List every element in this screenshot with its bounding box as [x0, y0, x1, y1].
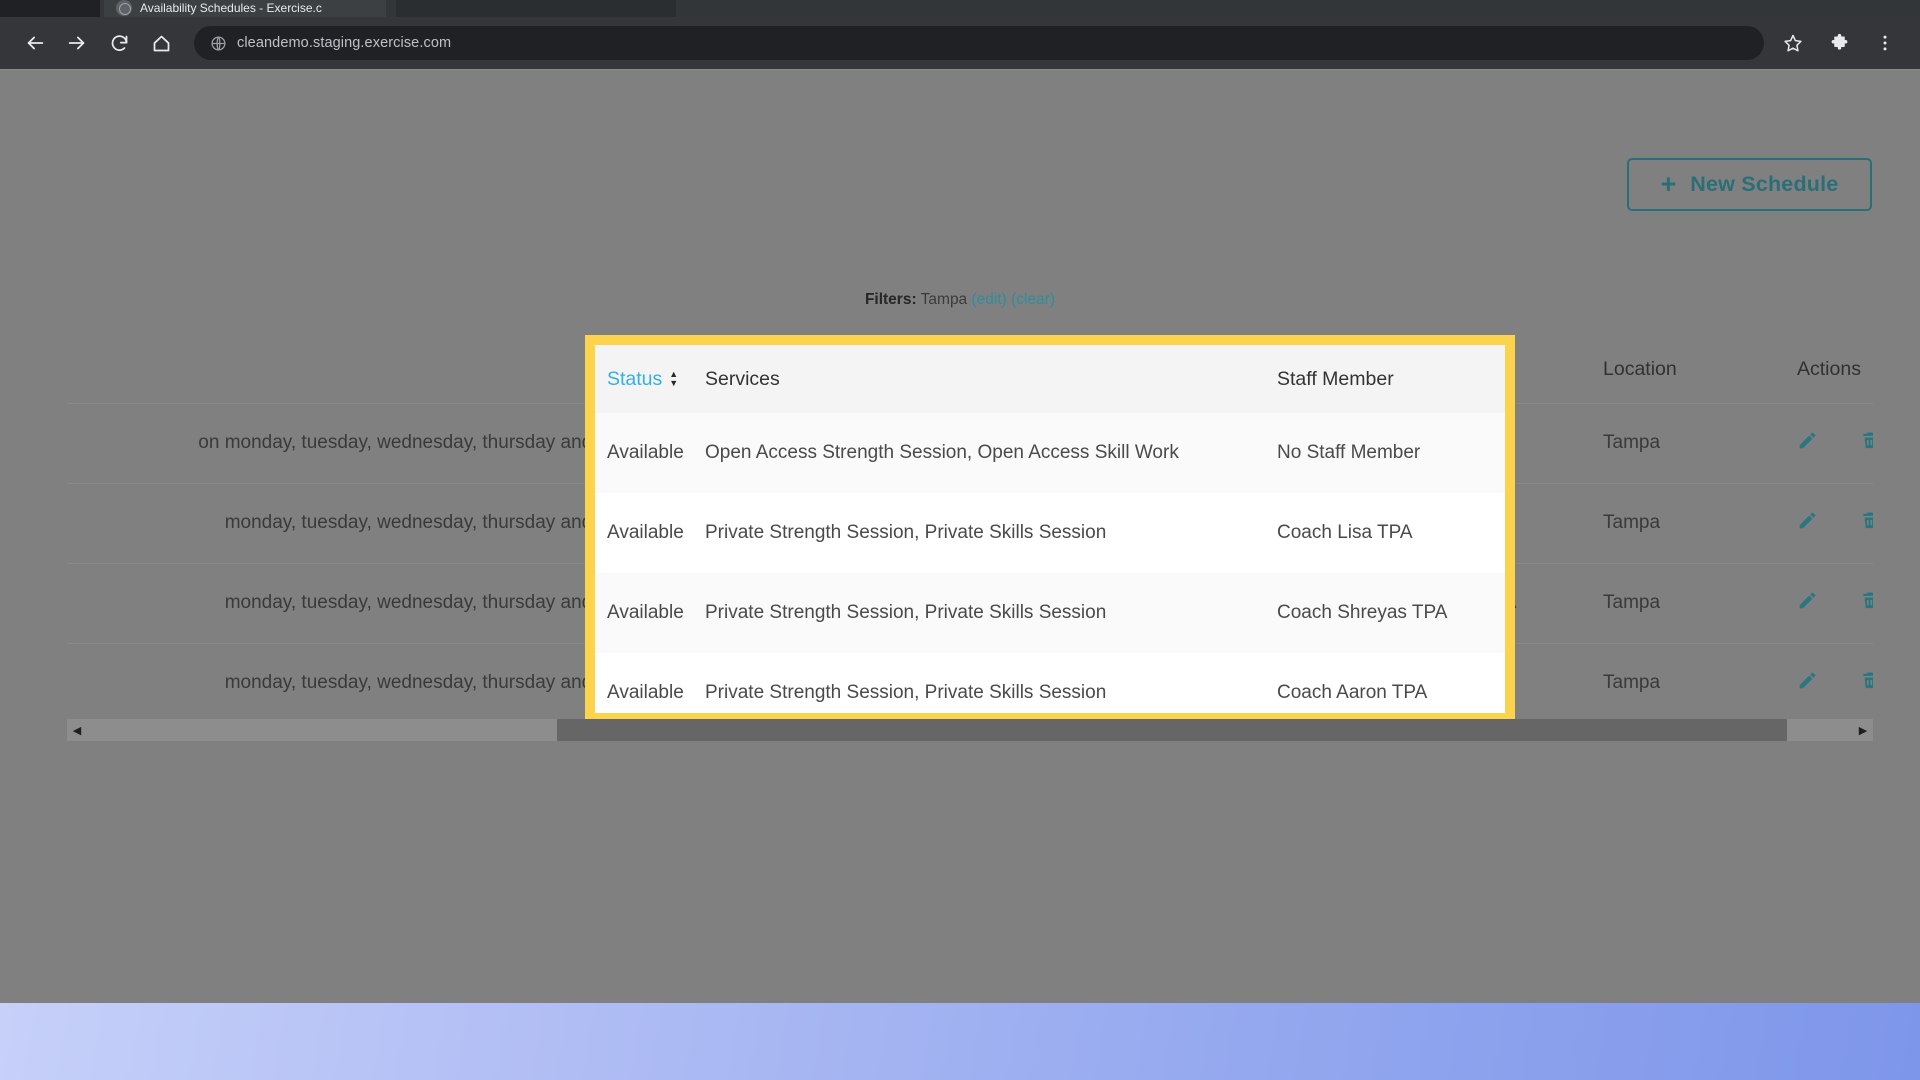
star-icon[interactable]	[1772, 22, 1814, 64]
reload-icon[interactable]	[98, 22, 140, 64]
browser-window: Availability Schedules - Exercise.c clea…	[0, 0, 1920, 1003]
cell-location: Tampa	[1603, 592, 1661, 613]
cell-status: Available	[607, 442, 684, 463]
cell-actions	[1769, 590, 1873, 617]
pencil-icon[interactable]	[1797, 590, 1818, 617]
filters-edit-link[interactable]: (edit)	[972, 291, 1007, 308]
browser-tab-inactive[interactable]	[396, 0, 676, 17]
forward-arrow-icon[interactable]	[56, 22, 98, 64]
trash-icon[interactable]	[1860, 670, 1873, 696]
scroll-left-arrow-icon[interactable]: ◀	[67, 719, 87, 741]
cell-actions	[1769, 430, 1873, 457]
new-schedule-label: New Schedule	[1690, 172, 1839, 196]
cell-services: Private Strength Session, Private Skills…	[705, 522, 1107, 543]
column-header-staff[interactable]: Staff Member	[1277, 368, 1505, 391]
cell-days: monday, tuesday, wednesday, thursday and…	[224, 592, 644, 613]
cell-status: Available	[607, 602, 684, 623]
cell-staff: No Staff Member	[1277, 442, 1421, 463]
toolbar-actions	[1772, 22, 1906, 64]
column-header-services[interactable]: Services	[705, 368, 1277, 391]
cell-status: Available	[607, 682, 684, 703]
cell-days: on monday, tuesday, wednesday, thursday …	[198, 432, 644, 453]
cell-services: Private Strength Session, Private Skills…	[705, 682, 1107, 703]
tab-title: Availability Schedules - Exercise.c	[140, 1, 322, 15]
home-icon[interactable]	[140, 22, 182, 64]
three-dot-menu-icon[interactable]	[1864, 22, 1906, 64]
tab-strip: Availability Schedules - Exercise.c	[0, 0, 1920, 17]
cell-status: Available	[607, 522, 684, 543]
filters-clear-link[interactable]: (clear)	[1011, 291, 1055, 308]
trash-icon[interactable]	[1860, 590, 1873, 616]
plus-icon: +	[1660, 169, 1677, 199]
pencil-icon[interactable]	[1797, 670, 1818, 697]
trash-icon[interactable]	[1860, 430, 1873, 456]
back-arrow-icon[interactable]	[14, 22, 56, 64]
filters-value: Tampa	[920, 291, 968, 308]
cell-location: Tampa	[1603, 672, 1661, 693]
globe-icon	[211, 35, 226, 51]
table-row-highlighted[interactable]: Available Private Strength Session, Priv…	[595, 573, 1505, 653]
horizontal-scrollbar[interactable]: ◀ ▶	[67, 719, 1873, 741]
address-bar[interactable]: cleandemo.staging.exercise.com	[194, 26, 1764, 60]
table-row-highlighted[interactable]: Available Private Strength Session, Priv…	[595, 653, 1505, 713]
filters-line: Filters: Tampa (edit) (clear)	[0, 291, 1920, 309]
cell-days: monday, tuesday, wednesday, thursday and…	[224, 672, 644, 693]
cell-staff: Coach Shreyas TPA	[1277, 602, 1448, 623]
sort-arrows-icon[interactable]: ▲▼	[669, 370, 678, 388]
cell-staff: Coach Lisa TPA	[1277, 522, 1413, 543]
column-header-status[interactable]: Status ▲▼	[595, 368, 705, 391]
cell-services: Open Access Strength Session, Open Acces…	[705, 442, 1179, 463]
cell-days: monday, tuesday, wednesday, thursday and…	[224, 512, 644, 533]
column-header-actions: Actions	[1797, 357, 1861, 380]
address-bar-url: cleandemo.staging.exercise.com	[237, 35, 452, 51]
filters-label: Filters:	[864, 291, 917, 308]
cell-location: Tampa	[1603, 512, 1661, 533]
scrollbar-thumb[interactable]	[557, 719, 1787, 741]
cell-location: Tampa	[1603, 432, 1661, 453]
table-row-highlighted[interactable]: Available Open Access Strength Session, …	[595, 413, 1505, 493]
cell-actions	[1769, 510, 1873, 537]
table-row-highlighted[interactable]: Available Private Strength Session, Priv…	[595, 493, 1505, 573]
cell-staff: Coach Aaron TPA	[1277, 682, 1428, 703]
browser-tab-active[interactable]: Availability Schedules - Exercise.c	[104, 0, 386, 17]
scrollbar-track[interactable]	[87, 719, 1853, 741]
new-schedule-button[interactable]: + New Schedule	[1627, 158, 1872, 211]
cell-actions	[1769, 670, 1873, 697]
pencil-icon[interactable]	[1797, 510, 1818, 537]
trash-icon[interactable]	[1860, 510, 1873, 536]
column-header-location[interactable]: Location	[1591, 358, 1769, 381]
pencil-icon[interactable]	[1797, 430, 1818, 457]
scroll-right-arrow-icon[interactable]: ▶	[1853, 719, 1873, 741]
column-header-status-label: Status	[607, 367, 663, 390]
cell-services: Private Strength Session, Private Skills…	[705, 602, 1107, 623]
page-top-divider	[0, 69, 1920, 70]
globe-icon	[116, 0, 132, 16]
highlight-region-content: Status ▲ ▼ Services Staff Member Availabl…	[595, 345, 1505, 713]
puzzle-icon[interactable]	[1818, 22, 1860, 64]
tab-strip-left-spacer	[0, 0, 100, 17]
desktop-bottom-strip	[0, 1003, 1920, 1080]
table-header-row-highlighted: Status ▲ ▼ Services Staff Member	[595, 345, 1505, 413]
browser-toolbar: cleandemo.staging.exercise.com	[0, 17, 1920, 69]
page-viewport: + New Schedule Filters: Tampa (edit) (cl…	[0, 69, 1920, 1003]
